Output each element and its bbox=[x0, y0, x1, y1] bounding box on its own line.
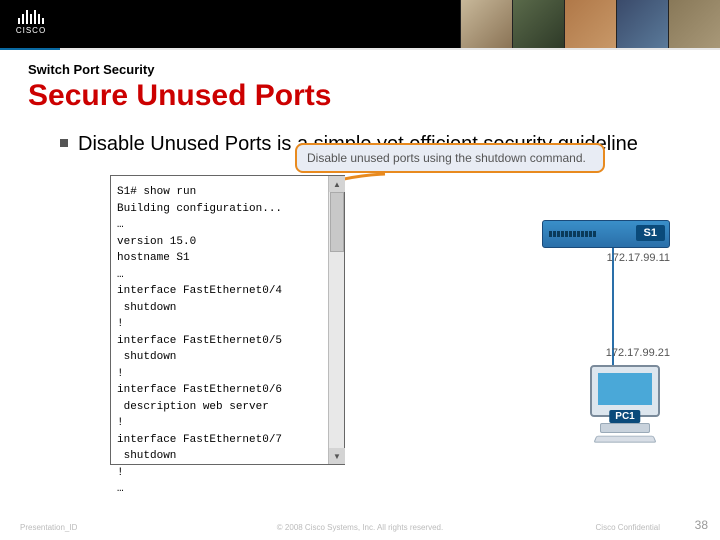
term-line: ! bbox=[117, 316, 338, 333]
term-line: ! bbox=[117, 415, 338, 432]
term-line: version 15.0 bbox=[117, 234, 338, 251]
term-line: shutdown bbox=[117, 349, 338, 366]
scroll-up-icon[interactable]: ▲ bbox=[329, 176, 345, 192]
callout-note: Disable unused ports using the shutdown … bbox=[295, 143, 605, 173]
footer-left: Presentation_ID bbox=[20, 523, 77, 532]
screen-icon bbox=[598, 373, 652, 405]
term-line: interface FastEthernet0/5 bbox=[117, 333, 338, 350]
footer-right: Cisco Confidential bbox=[596, 523, 700, 532]
pc-label: PC1 bbox=[609, 410, 640, 423]
term-line: … bbox=[117, 217, 338, 234]
monitor-icon: PC1 bbox=[590, 365, 660, 417]
slide-header: CISCO bbox=[0, 0, 720, 48]
page-number: 38 bbox=[695, 518, 708, 532]
scroll-down-icon[interactable]: ▼ bbox=[329, 448, 345, 464]
pc-base-icon bbox=[600, 423, 650, 433]
header-photo-strip bbox=[460, 0, 720, 48]
logo-bars-icon bbox=[18, 6, 44, 24]
term-line: Building configuration... bbox=[117, 201, 338, 218]
switch-icon: S1 bbox=[542, 220, 670, 248]
term-line: … bbox=[117, 481, 338, 498]
switch-device: S1 172.17.99.11 bbox=[542, 220, 670, 264]
footer-center: © 2008 Cisco Systems, Inc. All rights re… bbox=[277, 523, 443, 532]
term-line: ! bbox=[117, 465, 338, 482]
header-divider bbox=[0, 48, 720, 50]
keyboard-icon bbox=[593, 436, 656, 443]
term-line: S1# show run bbox=[117, 184, 338, 201]
term-line: hostname S1 bbox=[117, 250, 338, 267]
switch-ip: 172.17.99.11 bbox=[542, 252, 670, 264]
pc-device: PC1 bbox=[580, 365, 670, 443]
term-line: … bbox=[117, 267, 338, 284]
switch-label: S1 bbox=[636, 225, 665, 241]
term-line: interface FastEthernet0/7 bbox=[117, 432, 338, 449]
switch-ports-icon bbox=[549, 231, 596, 237]
term-line: shutdown bbox=[117, 300, 338, 317]
term-line: interface FastEthernet0/6 bbox=[117, 382, 338, 399]
content-area: Disable unused ports using the shutdown … bbox=[0, 165, 720, 495]
logo-text: CISCO bbox=[16, 26, 46, 35]
term-line: ! bbox=[117, 366, 338, 383]
term-line: description web server bbox=[117, 399, 338, 416]
slide-title: Secure Unused Ports bbox=[28, 79, 720, 113]
term-line: shutdown bbox=[117, 448, 338, 465]
cisco-logo: CISCO bbox=[6, 2, 56, 38]
terminal-scrollbar[interactable]: ▲ ▼ bbox=[328, 176, 344, 464]
terminal-window: S1# show run Building configuration... …… bbox=[110, 175, 345, 465]
term-line: interface FastEthernet0/4 bbox=[117, 283, 338, 300]
slide-footer: Presentation_ID © 2008 Cisco Systems, In… bbox=[0, 523, 720, 532]
scroll-thumb[interactable] bbox=[330, 192, 344, 252]
header-accent bbox=[0, 48, 60, 50]
bullet-square-icon bbox=[60, 139, 68, 147]
section-pretitle: Switch Port Security bbox=[28, 62, 720, 77]
terminal-output: S1# show run Building configuration... …… bbox=[111, 176, 344, 506]
pc-ip: 172.17.99.21 bbox=[606, 347, 670, 359]
